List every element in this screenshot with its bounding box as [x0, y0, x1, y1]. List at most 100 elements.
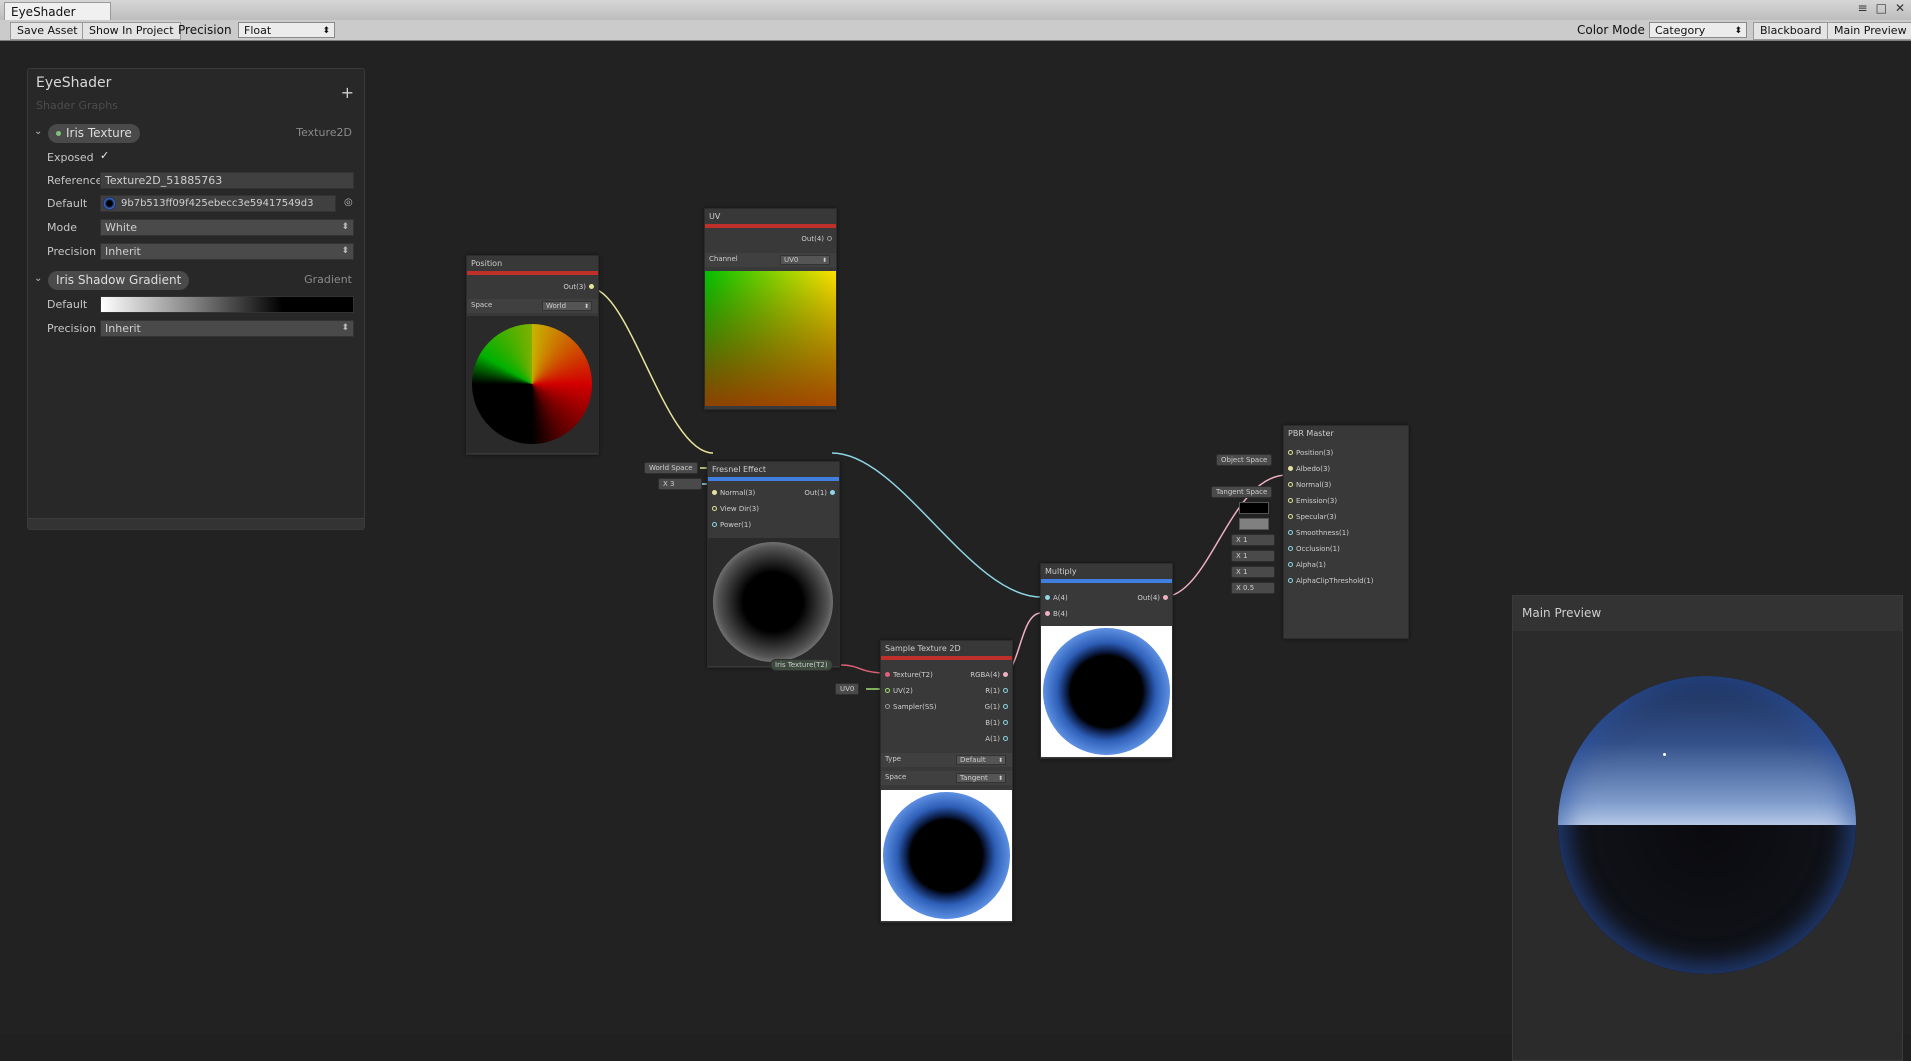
- port-alpha[interactable]: Alpha(1): [1288, 560, 1326, 570]
- blackboard-toggle[interactable]: Blackboard: [1753, 22, 1829, 40]
- precision-dropdown[interactable]: Inherit: [100, 320, 354, 337]
- port-a[interactable]: A(1): [985, 734, 1008, 744]
- port-normal[interactable]: Normal(3): [1288, 480, 1331, 490]
- graph-canvas[interactable]: EyeShader Shader Graphs + ⌄ Iris Texture…: [0, 41, 1911, 1061]
- port-specular[interactable]: Specular(3): [1288, 512, 1337, 522]
- chip-uv0[interactable]: UV0: [835, 683, 860, 695]
- close-icon[interactable]: ✕: [1895, 1, 1905, 15]
- port-uv[interactable]: UV(2): [885, 686, 913, 696]
- port-dot-icon[interactable]: [1288, 562, 1293, 567]
- port-smoothness[interactable]: Smoothness(1): [1288, 528, 1349, 538]
- chip-smoothness-value[interactable]: X 1: [1231, 534, 1275, 546]
- port-power[interactable]: Power(1): [712, 520, 751, 530]
- mode-dropdown[interactable]: White: [100, 219, 354, 236]
- port-sampler[interactable]: Sampler(SS): [885, 702, 936, 712]
- port-albedo[interactable]: Albedo(3): [1288, 464, 1330, 474]
- port-emission[interactable]: Emission(3): [1288, 496, 1337, 506]
- port-dot-icon[interactable]: [1288, 546, 1293, 551]
- port-r[interactable]: R(1): [985, 686, 1008, 696]
- gradient-field[interactable]: [100, 296, 354, 313]
- port-out[interactable]: Out(4): [1137, 593, 1168, 603]
- node-position[interactable]: Position Out(3) Space World: [466, 255, 599, 455]
- port-dot-icon[interactable]: [1288, 450, 1293, 455]
- port-b[interactable]: B(4): [1045, 609, 1068, 619]
- port-dot-icon[interactable]: [589, 284, 594, 289]
- port-dot-icon[interactable]: [1003, 672, 1008, 677]
- port-dot-icon[interactable]: [712, 522, 717, 527]
- port-dot-icon[interactable]: [830, 490, 835, 495]
- port-dot-icon[interactable]: [885, 704, 890, 709]
- save-asset-button[interactable]: Save Asset: [10, 22, 85, 40]
- specular-color-swatch[interactable]: [1239, 518, 1269, 530]
- chevron-down-icon[interactable]: ⌄: [34, 273, 42, 284]
- color-mode-dropdown[interactable]: Category: [1649, 22, 1747, 39]
- chip-alpha-clip-value[interactable]: X 0.5: [1231, 582, 1275, 594]
- port-dot-icon[interactable]: [885, 672, 890, 677]
- chip-occlusion-value[interactable]: X 1: [1231, 550, 1275, 562]
- port-dot-icon[interactable]: [885, 688, 890, 693]
- port-dot-icon[interactable]: [712, 506, 717, 511]
- precision-dropdown[interactable]: Float: [238, 22, 335, 39]
- main-preview-panel[interactable]: Main Preview: [1512, 595, 1903, 1061]
- tab-eyeshader[interactable]: EyeShader: [4, 2, 111, 21]
- chip-alpha-value[interactable]: X 1: [1231, 566, 1275, 578]
- port-dot-icon[interactable]: [827, 236, 832, 241]
- port-dot-icon[interactable]: [1003, 736, 1008, 741]
- port-position[interactable]: Position(3): [1288, 448, 1333, 458]
- port-dot-icon[interactable]: [1003, 688, 1008, 693]
- port-dot-icon[interactable]: [1288, 514, 1293, 519]
- port-view-dir[interactable]: View Dir(3): [712, 504, 759, 514]
- port-dot-icon[interactable]: [1045, 611, 1050, 616]
- chevron-down-icon[interactable]: ⌄: [34, 126, 42, 137]
- chip-iris-texture[interactable]: Iris Texture(T2): [770, 659, 833, 671]
- node-fresnel-effect[interactable]: Fresnel Effect Normal(3) View Dir(3) Pow…: [707, 461, 840, 668]
- node-sample-texture-2d[interactable]: Sample Texture 2D Texture(T2) UV(2) Samp…: [880, 640, 1013, 923]
- port-g[interactable]: G(1): [985, 702, 1008, 712]
- node-pbr-master[interactable]: PBR Master Position(3) Albedo(3) Normal(…: [1283, 425, 1409, 639]
- port-alpha-clip-threshold[interactable]: AlphaClipThreshold(1): [1288, 576, 1374, 586]
- maximize-icon[interactable]: □: [1876, 1, 1887, 15]
- port-dot-icon[interactable]: [1288, 466, 1293, 471]
- space-dropdown[interactable]: Tangent: [956, 773, 1006, 783]
- port-dot-icon[interactable]: [1163, 595, 1168, 600]
- property-pill-iris-shadow-gradient[interactable]: Iris Shadow Gradient: [48, 271, 190, 290]
- port-normal[interactable]: Normal(3): [712, 488, 755, 498]
- emission-color-swatch[interactable]: [1239, 502, 1269, 514]
- menu-icon[interactable]: ≡: [1858, 1, 1868, 15]
- add-property-icon[interactable]: +: [341, 83, 354, 102]
- port-out[interactable]: Out(3): [563, 282, 594, 292]
- port-dot-icon[interactable]: [1288, 578, 1293, 583]
- port-rgba[interactable]: RGBA(4): [970, 670, 1008, 680]
- port-occlusion[interactable]: Occlusion(1): [1288, 544, 1340, 554]
- horizontal-scrollbar[interactable]: [28, 518, 364, 529]
- type-dropdown[interactable]: Default: [956, 755, 1006, 765]
- chip-tangent-space[interactable]: Tangent Space: [1211, 486, 1273, 498]
- port-out[interactable]: Out(4): [801, 234, 832, 244]
- exposed-checkbox[interactable]: ✓: [100, 150, 112, 162]
- port-dot-icon[interactable]: [1003, 704, 1008, 709]
- node-uv[interactable]: UV Out(4) Channel UV0: [704, 208, 837, 410]
- chip-world-space[interactable]: World Space: [644, 462, 698, 474]
- channel-dropdown[interactable]: UV0: [780, 255, 830, 265]
- object-picker-icon[interactable]: ◎: [344, 197, 353, 208]
- port-out[interactable]: Out(1): [804, 488, 835, 498]
- port-a[interactable]: A(4): [1045, 593, 1068, 603]
- space-dropdown[interactable]: World: [542, 301, 592, 311]
- port-dot-icon[interactable]: [1003, 720, 1008, 725]
- precision-dropdown[interactable]: Inherit: [100, 243, 354, 260]
- port-dot-icon[interactable]: [1288, 530, 1293, 535]
- default-texture-field[interactable]: 9b7b513ff09f425ebecc3e59417549d3: [100, 195, 336, 212]
- property-iris-shadow-gradient[interactable]: ⌄ Iris Shadow Gradient Gradient: [28, 270, 364, 292]
- reference-field[interactable]: Texture2D_51885763: [100, 172, 354, 189]
- port-dot-icon[interactable]: [1045, 595, 1050, 600]
- property-iris-texture[interactable]: ⌄ Iris Texture Texture2D: [28, 123, 364, 145]
- port-dot-icon[interactable]: [1288, 498, 1293, 503]
- chip-object-space[interactable]: Object Space: [1216, 454, 1273, 466]
- show-in-project-button[interactable]: Show In Project: [82, 22, 181, 40]
- node-multiply[interactable]: Multiply A(4) B(4) Out(4): [1040, 563, 1173, 759]
- port-b[interactable]: B(1): [985, 718, 1008, 728]
- port-dot-icon[interactable]: [1288, 482, 1293, 487]
- port-texture[interactable]: Texture(T2): [885, 670, 933, 680]
- chip-power-value[interactable]: X 3: [658, 478, 702, 490]
- property-pill-iris-texture[interactable]: Iris Texture: [48, 124, 140, 143]
